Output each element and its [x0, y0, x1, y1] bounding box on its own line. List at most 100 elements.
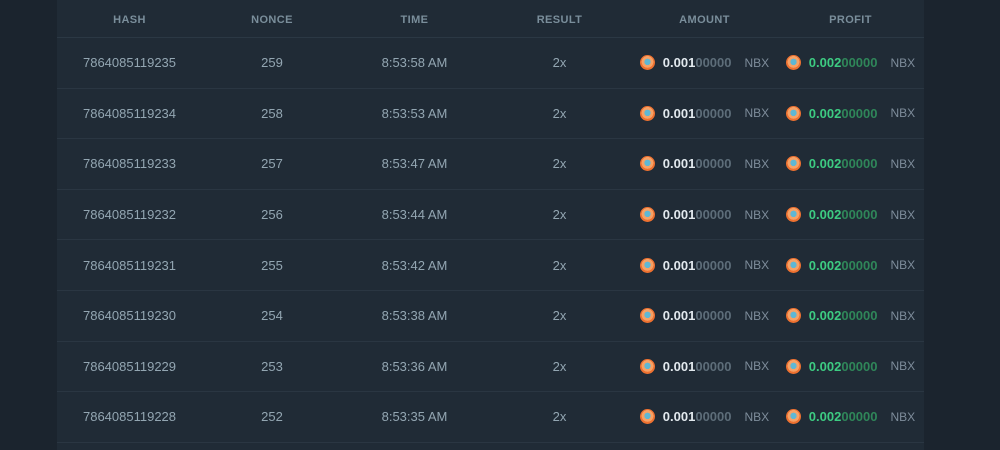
coin-icon	[785, 409, 801, 425]
cell-nonce: 258	[261, 105, 283, 121]
coin-icon	[639, 308, 655, 324]
profit-value: 0.00200000	[808, 105, 878, 121]
profit-value: 0.00200000	[808, 55, 878, 71]
amount-value: 0.00100000	[662, 207, 732, 223]
cell-hash: 7864085119233	[82, 156, 177, 172]
cell-amount: 0.00100000 NBX	[632, 156, 777, 172]
amount-value: 0.00100000	[662, 308, 732, 324]
cell-nonce: 252	[261, 409, 283, 425]
profit-value: 0.00200000	[808, 257, 878, 273]
cell-hash: 7864085119234	[82, 105, 177, 121]
cell-amount: 0.00100000 NBX	[632, 409, 777, 425]
coin-icon	[639, 55, 655, 71]
table-row[interactable]: 7864085119230 254 8:53:38 AM 2x 0.001000…	[57, 291, 924, 342]
cell-time: 8:53:47 AM	[381, 156, 448, 172]
profit-currency: NBX	[890, 55, 916, 70]
cell-nonce: 253	[261, 358, 283, 374]
cell-hash: 7864085119229	[82, 358, 177, 374]
amount-currency: NBX	[744, 207, 770, 222]
table-row[interactable]: 7864085119234 258 8:53:53 AM 2x 0.001000…	[57, 89, 924, 140]
bet-history-table: HASH NONCE TIME RESULT AMOUNT PROFIT 786…	[57, 0, 924, 450]
amount-currency: NBX	[744, 359, 770, 374]
cell-result: 2x	[552, 257, 567, 273]
table-row[interactable]: 7864085119228 252 8:53:35 AM 2x 0.001000…	[57, 392, 924, 443]
cell-result: 2x	[552, 207, 567, 223]
cell-time: 8:53:53 AM	[381, 105, 448, 121]
profit-value: 0.00200000	[808, 358, 878, 374]
profit-value: 0.00200000	[808, 308, 878, 324]
cell-profit: 0.00200000 NBX	[777, 308, 924, 324]
column-header-result: RESULT	[536, 14, 583, 26]
cell-profit: 0.00200000 NBX	[777, 409, 924, 425]
cell-profit: 0.00200000 NBX	[777, 55, 924, 71]
cell-time: 8:53:42 AM	[381, 257, 448, 273]
cell-nonce: 256	[261, 207, 283, 223]
cell-result: 2x	[552, 156, 567, 172]
cell-hash: 7864085119232	[82, 207, 177, 223]
cell-amount: 0.00100000 NBX	[632, 308, 777, 324]
cell-profit: 0.00200000 NBX	[777, 105, 924, 121]
column-header-amount: AMOUNT	[679, 14, 730, 26]
profit-currency: NBX	[890, 207, 916, 222]
cell-profit: 0.00200000 NBX	[777, 257, 924, 273]
coin-icon	[639, 409, 655, 425]
profit-currency: NBX	[890, 156, 916, 171]
table-row[interactable]: 7864085119229 253 8:53:36 AM 2x 0.001000…	[57, 342, 924, 393]
cell-result: 2x	[552, 358, 567, 374]
amount-value: 0.00100000	[662, 55, 732, 71]
amount-value: 0.00100000	[662, 409, 732, 425]
coin-icon	[785, 105, 801, 121]
cell-hash: 7864085119230	[82, 308, 177, 324]
profit-currency: NBX	[890, 359, 916, 374]
cell-time: 8:53:58 AM	[381, 55, 448, 71]
cell-amount: 0.00100000 NBX	[632, 207, 777, 223]
table-row[interactable]: 7864085119235 259 8:53:58 AM 2x 0.001000…	[57, 38, 924, 89]
table-row[interactable]: 7864085119232 256 8:53:44 AM 2x 0.001000…	[57, 190, 924, 241]
cell-hash: 7864085119231	[82, 257, 177, 273]
cell-nonce: 255	[261, 257, 283, 273]
cell-time: 8:53:36 AM	[381, 358, 448, 374]
table-header: HASH NONCE TIME RESULT AMOUNT PROFIT	[57, 0, 924, 38]
coin-icon	[785, 358, 801, 374]
cell-nonce: 257	[261, 156, 283, 172]
coin-icon	[785, 308, 801, 324]
cell-profit: 0.00200000 NBX	[777, 358, 924, 374]
cell-hash: 7864085119228	[82, 409, 177, 425]
cell-result: 2x	[552, 55, 567, 71]
table-row[interactable]: 7864085119231 255 8:53:42 AM 2x 0.001000…	[57, 240, 924, 291]
cell-time: 8:53:38 AM	[381, 308, 448, 324]
profit-currency: NBX	[890, 409, 916, 424]
coin-icon	[785, 207, 801, 223]
coin-icon	[639, 358, 655, 374]
amount-value: 0.00100000	[662, 358, 732, 374]
amount-currency: NBX	[744, 258, 770, 273]
cell-amount: 0.00100000 NBX	[632, 257, 777, 273]
amount-value: 0.00100000	[662, 156, 732, 172]
cell-time: 8:53:44 AM	[381, 207, 448, 223]
coin-icon	[785, 156, 801, 172]
column-header-profit: PROFIT	[829, 14, 872, 26]
profit-currency: NBX	[890, 308, 916, 323]
cell-hash: 7864085119235	[82, 55, 177, 71]
cell-nonce: 254	[261, 308, 283, 324]
amount-currency: NBX	[744, 409, 770, 424]
table-body: 7864085119235 259 8:53:58 AM 2x 0.001000…	[57, 38, 924, 443]
coin-icon	[785, 55, 801, 71]
amount-value: 0.00100000	[662, 105, 732, 121]
amount-currency: NBX	[744, 106, 770, 121]
coin-icon	[639, 207, 655, 223]
coin-icon	[639, 257, 655, 273]
cell-result: 2x	[552, 409, 567, 425]
coin-icon	[639, 105, 655, 121]
cell-nonce: 259	[261, 55, 283, 71]
cell-amount: 0.00100000 NBX	[632, 55, 777, 71]
profit-value: 0.00200000	[808, 409, 878, 425]
coin-icon	[785, 257, 801, 273]
cell-profit: 0.00200000 NBX	[777, 156, 924, 172]
cell-result: 2x	[552, 105, 567, 121]
coin-icon	[639, 156, 655, 172]
amount-currency: NBX	[744, 156, 770, 171]
cell-amount: 0.00100000 NBX	[632, 358, 777, 374]
table-row[interactable]: 7864085119233 257 8:53:47 AM 2x 0.001000…	[57, 139, 924, 190]
cell-time: 8:53:35 AM	[381, 409, 448, 425]
